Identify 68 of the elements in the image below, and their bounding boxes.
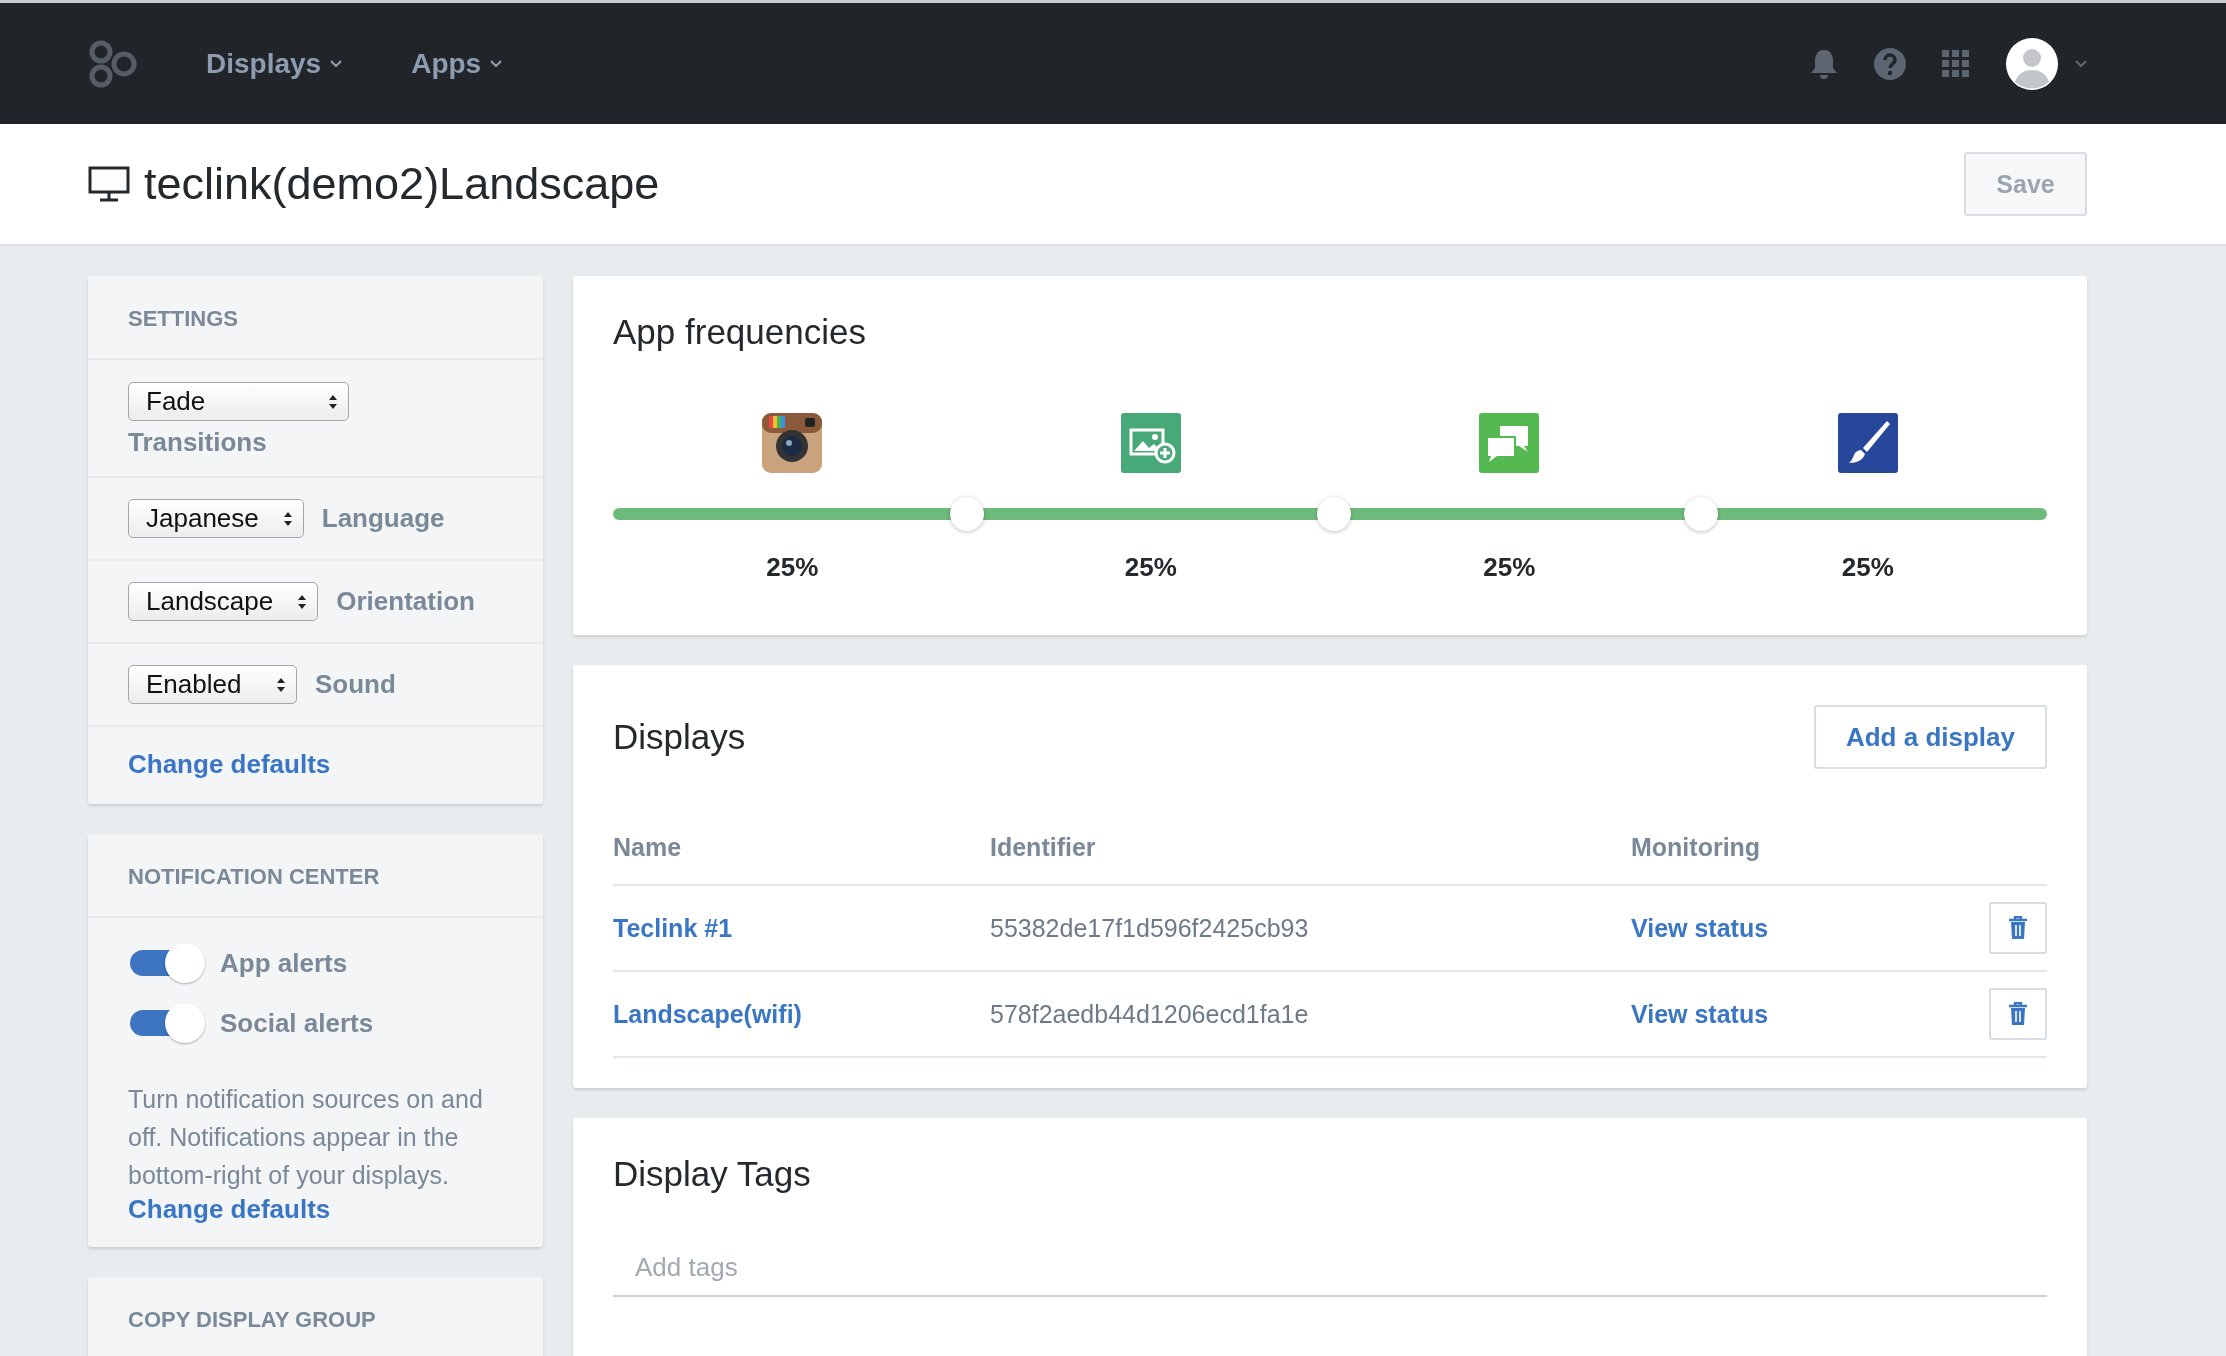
caret-icon	[2074, 59, 2088, 68]
display-name-link[interactable]: Teclink #1	[613, 913, 733, 943]
view-status-link[interactable]: View status	[1631, 913, 1769, 943]
dropdown[interactable]: Landscape	[128, 582, 319, 621]
nav-menu[interactable]: Displays	[206, 47, 344, 80]
column-header: Identifier	[990, 833, 1096, 861]
dropdown[interactable]: Fade	[128, 382, 349, 421]
percent-label: 25%	[1483, 552, 1536, 583]
setting-label: Language	[321, 503, 445, 534]
updown-arrows-icon	[276, 676, 286, 693]
caret-icon	[329, 59, 344, 68]
help-icon[interactable]	[1874, 47, 1906, 80]
change-defaults-link[interactable]: Change defaults	[128, 1194, 331, 1224]
identifier-cell: 55382de17f1d596f2425cb93	[990, 913, 1309, 943]
dropdown[interactable]: Japanese	[128, 499, 304, 538]
section-heading: SETTINGS	[88, 276, 543, 360]
page-title: teclink(demo2)Landscape	[144, 158, 660, 210]
add-display-button[interactable]: Add a display	[1813, 705, 2047, 769]
monitor-icon	[88, 166, 130, 202]
section-heading: NOTIFICATION CENTER	[88, 834, 543, 918]
change-defaults-link[interactable]: Change defaults	[128, 749, 331, 779]
dropdown-value: Landscape	[146, 586, 274, 617]
percent-label: 25%	[766, 552, 819, 583]
delete-button[interactable]	[1989, 988, 2047, 1040]
setting-label: Sound	[315, 669, 396, 700]
app-grid-icon[interactable]	[1942, 49, 1970, 78]
help-text: Turn notification sources on and off. Notifications appear in the bottom-right of your displays.	[128, 1084, 484, 1191]
setting-label: Transitions	[128, 427, 267, 458]
updown-arrows-icon	[282, 510, 293, 527]
trash-icon	[2008, 916, 2028, 940]
column-header: Name	[613, 833, 682, 861]
paintbrush-icon	[1836, 412, 1899, 474]
toggle-switch[interactable]	[128, 1002, 206, 1044]
dropdown[interactable]: Enabled	[128, 665, 297, 704]
chat-bubbles-icon	[1478, 412, 1541, 474]
bell-icon[interactable]	[1810, 47, 1838, 80]
section-heading: COPY DISPLAY GROUP	[127, 1306, 377, 1334]
save-button[interactable]: Save	[1964, 152, 2087, 216]
view-status-link[interactable]: View status	[1631, 999, 1769, 1029]
logo-icon[interactable]	[88, 38, 138, 89]
card-title: App frequencies	[613, 312, 867, 352]
column-header: Monitoring	[1631, 833, 1761, 861]
caret-icon	[489, 59, 504, 68]
percent-label: 25%	[1841, 552, 1894, 583]
setting-label: Orientation	[336, 586, 475, 617]
nav-menu[interactable]: Apps	[411, 47, 504, 80]
card-title: Display Tags	[613, 1154, 812, 1194]
toggle-switch[interactable]	[128, 942, 206, 984]
percent-label: 25%	[1124, 552, 1177, 583]
card-title: Displays	[613, 717, 746, 757]
dropdown-value: Japanese	[146, 503, 259, 534]
display-name-link[interactable]: Landscape(wifi)	[613, 999, 802, 1029]
slider-handle[interactable]	[1317, 497, 1352, 531]
avatar-icon[interactable]	[2006, 37, 2058, 90]
image-add-icon	[1119, 412, 1182, 474]
toggle-label: Social alerts	[220, 1007, 374, 1039]
identifier-cell: 578f2aedb44d1206ecd1fa1e	[990, 999, 1309, 1029]
dropdown-value: Enabled	[146, 669, 242, 700]
dropdown-value: Fade	[146, 386, 206, 417]
updown-arrows-icon	[328, 393, 338, 410]
slider-handle[interactable]	[950, 497, 985, 531]
toggle-label: App alerts	[220, 947, 348, 979]
frequency-slider-track[interactable]	[613, 497, 2047, 531]
trash-icon	[2008, 1002, 2028, 1026]
camera-icon	[761, 412, 824, 474]
slider-handle[interactable]	[1684, 497, 1719, 531]
delete-button[interactable]	[1989, 902, 2047, 954]
updown-arrows-icon	[297, 593, 308, 610]
